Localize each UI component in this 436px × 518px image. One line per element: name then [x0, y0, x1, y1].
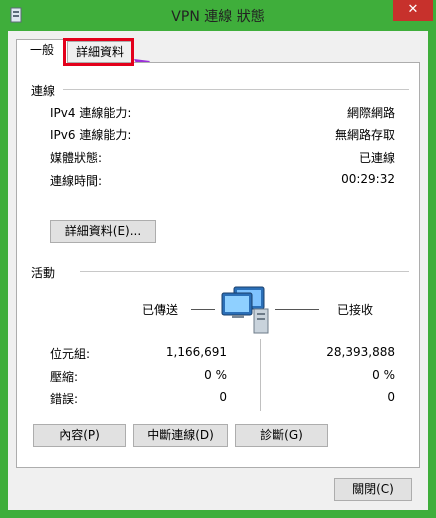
disconnect-button[interactable]: 中斷連線(D) [133, 424, 228, 447]
dialog-client-area: 一般 詳細資料 連線 IPv4 連線能力: 網際網路 IPv6 連線能力: 無網… [8, 31, 428, 510]
activity-heading: 活動 [31, 266, 56, 280]
ipv6-label: IPv6 連線能力: [50, 128, 132, 142]
duration-label: 連線時間: [50, 174, 103, 188]
diagnose-button[interactable]: 診斷(G) [235, 424, 328, 447]
sent-label: 已傳送 [142, 303, 179, 317]
computers-icon [221, 286, 269, 334]
errors-sent-value: 0 [219, 390, 227, 404]
title-bar: VPN 連線 狀態 ✕ [0, 0, 436, 30]
ipv4-label: IPv4 連線能力: [50, 106, 132, 120]
bytes-label: 位元組: [50, 347, 91, 361]
tab-general[interactable]: 一般 [16, 39, 68, 63]
tab-highlight-box [63, 38, 134, 66]
compression-received-value: 0 % [372, 368, 395, 382]
ipv4-value: 網際網路 [346, 106, 395, 120]
vpn-status-window: VPN 連線 狀態 ✕ 一般 詳細資料 連線 IPv4 連線能力: 網際網路 I… [0, 0, 436, 518]
errors-label: 錯誤: [50, 392, 79, 406]
duration-value: 00:29:32 [341, 172, 395, 186]
connection-divider [63, 89, 409, 90]
received-label: 已接收 [337, 303, 374, 317]
bytes-sent-value: 1,166,691 [165, 345, 227, 359]
connection-heading: 連線 [31, 84, 56, 98]
close-button[interactable]: 關閉(C) [334, 478, 412, 501]
activity-divider-vertical [260, 339, 261, 411]
close-window-button[interactable]: ✕ [393, 0, 433, 21]
bytes-received-value: 28,393,888 [326, 345, 395, 359]
ipv6-value: 無網路存取 [334, 128, 395, 142]
details-button[interactable]: 詳細資料(E)... [50, 220, 156, 243]
tab-panel-general: 連線 IPv4 連線能力: 網際網路 IPv6 連線能力: 無網路存取 媒體狀態… [16, 62, 420, 468]
window-title: VPN 連線 狀態 [171, 9, 265, 25]
activity-divider [80, 271, 409, 272]
errors-received-value: 0 [387, 390, 395, 404]
media-state-value: 已連線 [358, 151, 395, 165]
properties-button[interactable]: 內容(P) [33, 424, 126, 447]
sent-line [191, 309, 215, 310]
compression-label: 壓縮: [50, 370, 79, 384]
compression-sent-value: 0 % [204, 368, 227, 382]
received-line [275, 309, 319, 310]
media-state-label: 媒體狀態: [50, 151, 103, 165]
